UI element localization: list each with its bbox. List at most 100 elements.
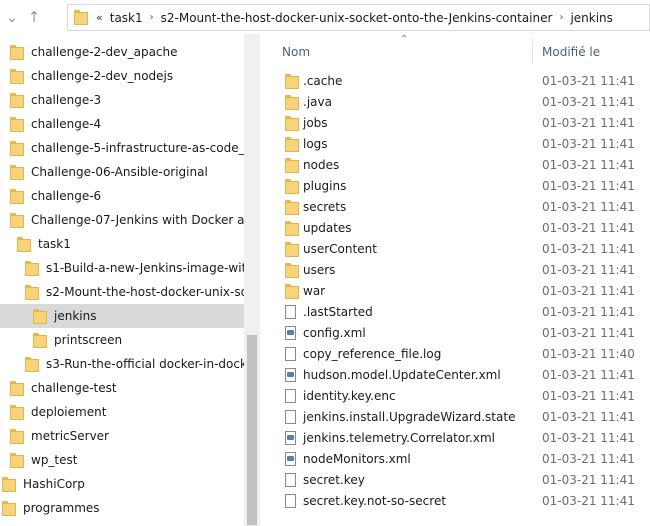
- up-chevron-icon[interactable]: ⌄: [4, 8, 20, 26]
- file-icon: [285, 305, 296, 319]
- tree-item-label: programmes: [23, 501, 100, 515]
- file-date: 01-03-21 11:41: [542, 263, 635, 277]
- file-row[interactable]: secrets 01-03-21 11:41: [260, 197, 650, 218]
- tree-item[interactable]: s1-Build-a-new-Jenkins-image-with-D: [0, 256, 244, 280]
- file-row[interactable]: identity.key.enc 01-03-21 11:41: [260, 386, 650, 407]
- file-name: .lastStarted: [303, 305, 373, 319]
- folder-icon: [10, 404, 24, 420]
- file-date: 01-03-21 11:41: [542, 410, 635, 424]
- config-file-icon: [285, 326, 296, 340]
- file-row[interactable]: jenkins.telemetry.Correlator.xml 01-03-21…: [260, 428, 650, 449]
- tree-item[interactable]: s3-Run-the-official docker-in-docker-: [0, 352, 244, 376]
- tree-item[interactable]: challenge-6: [0, 184, 244, 208]
- folder-icon: [2, 500, 16, 516]
- file-row[interactable]: logs 01-03-21 11:41: [260, 134, 650, 155]
- folder-icon: [285, 116, 299, 131]
- address-bar[interactable]: « task1 › s2-Mount-the-host-docker-unix-…: [67, 4, 650, 31]
- file-row[interactable]: jobs 01-03-21 11:41: [260, 113, 650, 134]
- tree-item[interactable]: challenge-test: [0, 376, 244, 400]
- file-row[interactable]: copy_reference_file.log 01-03-21 11:40: [260, 344, 650, 365]
- file-date: 01-03-21 11:41: [542, 116, 635, 130]
- breadcrumb-jenkins[interactable]: jenkins: [570, 11, 612, 25]
- tree-item[interactable]: s2-Mount-the-host-docker-unix-sock: [0, 280, 244, 304]
- tree-item[interactable]: Challenge-07-Jenkins with Docker agent: [0, 208, 244, 232]
- sort-ascending-icon: ⌃: [400, 34, 409, 45]
- file-date: 01-03-21 11:41: [542, 473, 635, 487]
- file-date: 01-03-21 11:41: [542, 368, 635, 382]
- tree-item[interactable]: challenge-2-dev_nodejs: [0, 64, 244, 88]
- file-row[interactable]: secret.key 01-03-21 11:41: [260, 470, 650, 491]
- folder-icon: [17, 236, 31, 252]
- tree-item-label: challenge-6: [31, 189, 102, 203]
- file-name: users: [303, 263, 336, 277]
- folder-icon: [285, 158, 299, 173]
- tree-item-label: metricServer: [31, 429, 109, 443]
- folder-icon: [285, 263, 299, 278]
- file-date: 01-03-21 11:41: [542, 221, 635, 235]
- file-row[interactable]: nodeMonitors.xml 01-03-21 11:41: [260, 449, 650, 470]
- breadcrumb-separator-icon[interactable]: ›: [559, 12, 563, 23]
- tree-item[interactable]: challenge-2-dev_apache: [0, 40, 244, 64]
- file-name: plugins: [303, 179, 347, 193]
- tree-item-label: s1-Build-a-new-Jenkins-image-with-D: [46, 261, 244, 275]
- tree-item-label: task1: [38, 237, 71, 251]
- file-row[interactable]: secret.key.not-so-secret 01-03-21 11:41: [260, 491, 650, 512]
- file-row[interactable]: .lastStarted 01-03-21 11:41: [260, 302, 650, 323]
- tree-item-label: challenge-2-dev_apache: [31, 45, 178, 59]
- file-row[interactable]: war 01-03-21 11:41: [260, 281, 650, 302]
- column-header-modified[interactable]: Modifié le: [542, 45, 600, 59]
- file-row[interactable]: updates 01-03-21 11:41: [260, 218, 650, 239]
- tree-item[interactable]: programmes: [0, 496, 244, 520]
- tree-item-selected[interactable]: jenkins: [0, 304, 244, 328]
- file-row[interactable]: userContent 01-03-21 11:41: [260, 239, 650, 260]
- file-row[interactable]: jenkins.install.UpgradeWizard.state 01-03…: [260, 407, 650, 428]
- file-date: 01-03-21 11:41: [542, 200, 635, 214]
- file-row[interactable]: .java 01-03-21 11:41: [260, 92, 650, 113]
- breadcrumb-s2[interactable]: s2-Mount-the-host-docker-unix-socket-ont…: [161, 11, 553, 25]
- tree-item[interactable]: Challenge-06-Ansible-original: [0, 160, 244, 184]
- tree-item[interactable]: deploiement: [0, 400, 244, 424]
- column-header-name[interactable]: Nom: [282, 45, 310, 59]
- tree-item[interactable]: printscreen: [0, 328, 244, 352]
- file-row[interactable]: nodes 01-03-21 11:41: [260, 155, 650, 176]
- folder-icon: [10, 44, 24, 60]
- folder-icon: [285, 221, 299, 236]
- tree-item[interactable]: wp_test: [0, 448, 244, 472]
- tree-item-label: challenge-5-infrastructure-as-code_terra: [31, 141, 244, 155]
- breadcrumb-separator-icon[interactable]: ›: [150, 12, 154, 23]
- file-date: 01-03-21 11:41: [542, 305, 635, 319]
- tree-item-label: wp_test: [31, 453, 78, 467]
- tree-item[interactable]: HashiCorp: [0, 472, 244, 496]
- folder-icon: [10, 380, 24, 396]
- file-name: war: [303, 284, 326, 298]
- folder-icon: [10, 164, 24, 180]
- breadcrumb-task1[interactable]: task1: [110, 11, 143, 25]
- tree-scrollbar-thumb[interactable]: [247, 335, 257, 525]
- up-arrow-icon[interactable]: ↑: [26, 8, 42, 26]
- address-toolbar: ⌄ ↑ « task1 › s2-Mount-the-host-docker-u…: [0, 0, 650, 34]
- file-icon: [285, 347, 296, 361]
- file-name: hudson.model.UpdateCenter.xml: [303, 368, 501, 382]
- overflow-chevron-icon[interactable]: «: [96, 11, 103, 24]
- folder-icon: [285, 284, 299, 299]
- file-row[interactable]: hudson.model.UpdateCenter.xml 01-03-21 11…: [260, 365, 650, 386]
- file-name: logs: [303, 137, 328, 151]
- tree-item[interactable]: challenge-5-infrastructure-as-code_terra: [0, 136, 244, 160]
- tree-item[interactable]: task1: [0, 232, 244, 256]
- file-date: 01-03-21 11:41: [542, 494, 635, 508]
- file-row[interactable]: plugins 01-03-21 11:41: [260, 176, 650, 197]
- folder-icon: [33, 332, 47, 348]
- file-row[interactable]: users 01-03-21 11:41: [260, 260, 650, 281]
- file-row[interactable]: .cache 01-03-21 11:41: [260, 71, 650, 92]
- column-divider[interactable]: [532, 38, 533, 64]
- tree-item-label: challenge-4: [31, 117, 102, 131]
- tree-item[interactable]: metricServer: [0, 424, 244, 448]
- tree-scrollbar[interactable]: [244, 34, 260, 526]
- file-name: nodes: [303, 158, 340, 172]
- file-row[interactable]: config.xml 01-03-21 11:41: [260, 323, 650, 344]
- folder-icon: [285, 200, 299, 215]
- tree-item[interactable]: challenge-3: [0, 88, 244, 112]
- tree-item[interactable]: challenge-4: [0, 112, 244, 136]
- file-name: secrets: [303, 200, 347, 214]
- navigation-tree: challenge-2-dev_apache challenge-2-dev_n…: [0, 34, 244, 526]
